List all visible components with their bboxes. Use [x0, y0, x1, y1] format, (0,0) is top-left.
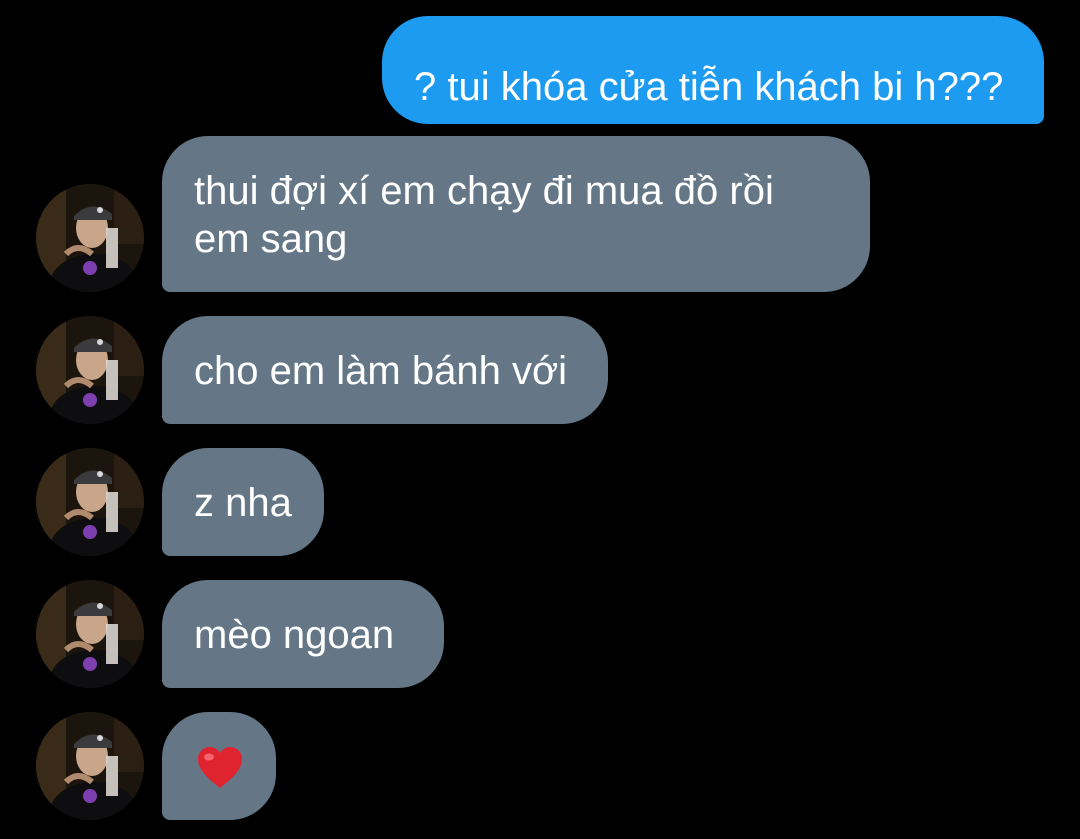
received-message-bubble[interactable]: thui đợi xí em chạy đi mua đồ rồi em san…	[162, 136, 870, 292]
avatar[interactable]	[36, 580, 144, 688]
message-text: z nha	[194, 481, 292, 525]
message-text: cho em làm bánh với	[194, 349, 568, 393]
avatar[interactable]	[36, 316, 144, 424]
avatar-photo	[36, 712, 144, 820]
message-text: ? tui khóa cửa tiễn khách bi h???	[414, 65, 1004, 109]
received-message-bubble[interactable]: mèo ngoan	[162, 580, 444, 688]
message-text-line: thui đợi xí em chạy đi mua đồ rồi	[194, 169, 774, 213]
avatar[interactable]	[36, 184, 144, 292]
avatar-photo	[36, 184, 144, 292]
message-text: mèo ngoan	[194, 613, 395, 657]
avatar-photo	[36, 448, 144, 556]
avatar-photo	[36, 316, 144, 424]
avatar-photo	[36, 580, 144, 688]
received-message-bubble[interactable]: z nha	[162, 448, 324, 556]
received-message-bubble[interactable]	[162, 712, 276, 820]
received-message-bubble[interactable]: cho em làm bánh với	[162, 316, 608, 424]
sent-message-bubble[interactable]: ? tui khóa cửa tiễn khách bi h???	[382, 16, 1044, 124]
red-heart-icon	[198, 747, 242, 788]
chat-thread: ? tui khóa cửa tiễn khách bi h??? thui đ…	[0, 0, 1080, 839]
message-text-line: em sang	[194, 217, 348, 261]
avatar[interactable]	[36, 712, 144, 820]
avatar[interactable]	[36, 448, 144, 556]
